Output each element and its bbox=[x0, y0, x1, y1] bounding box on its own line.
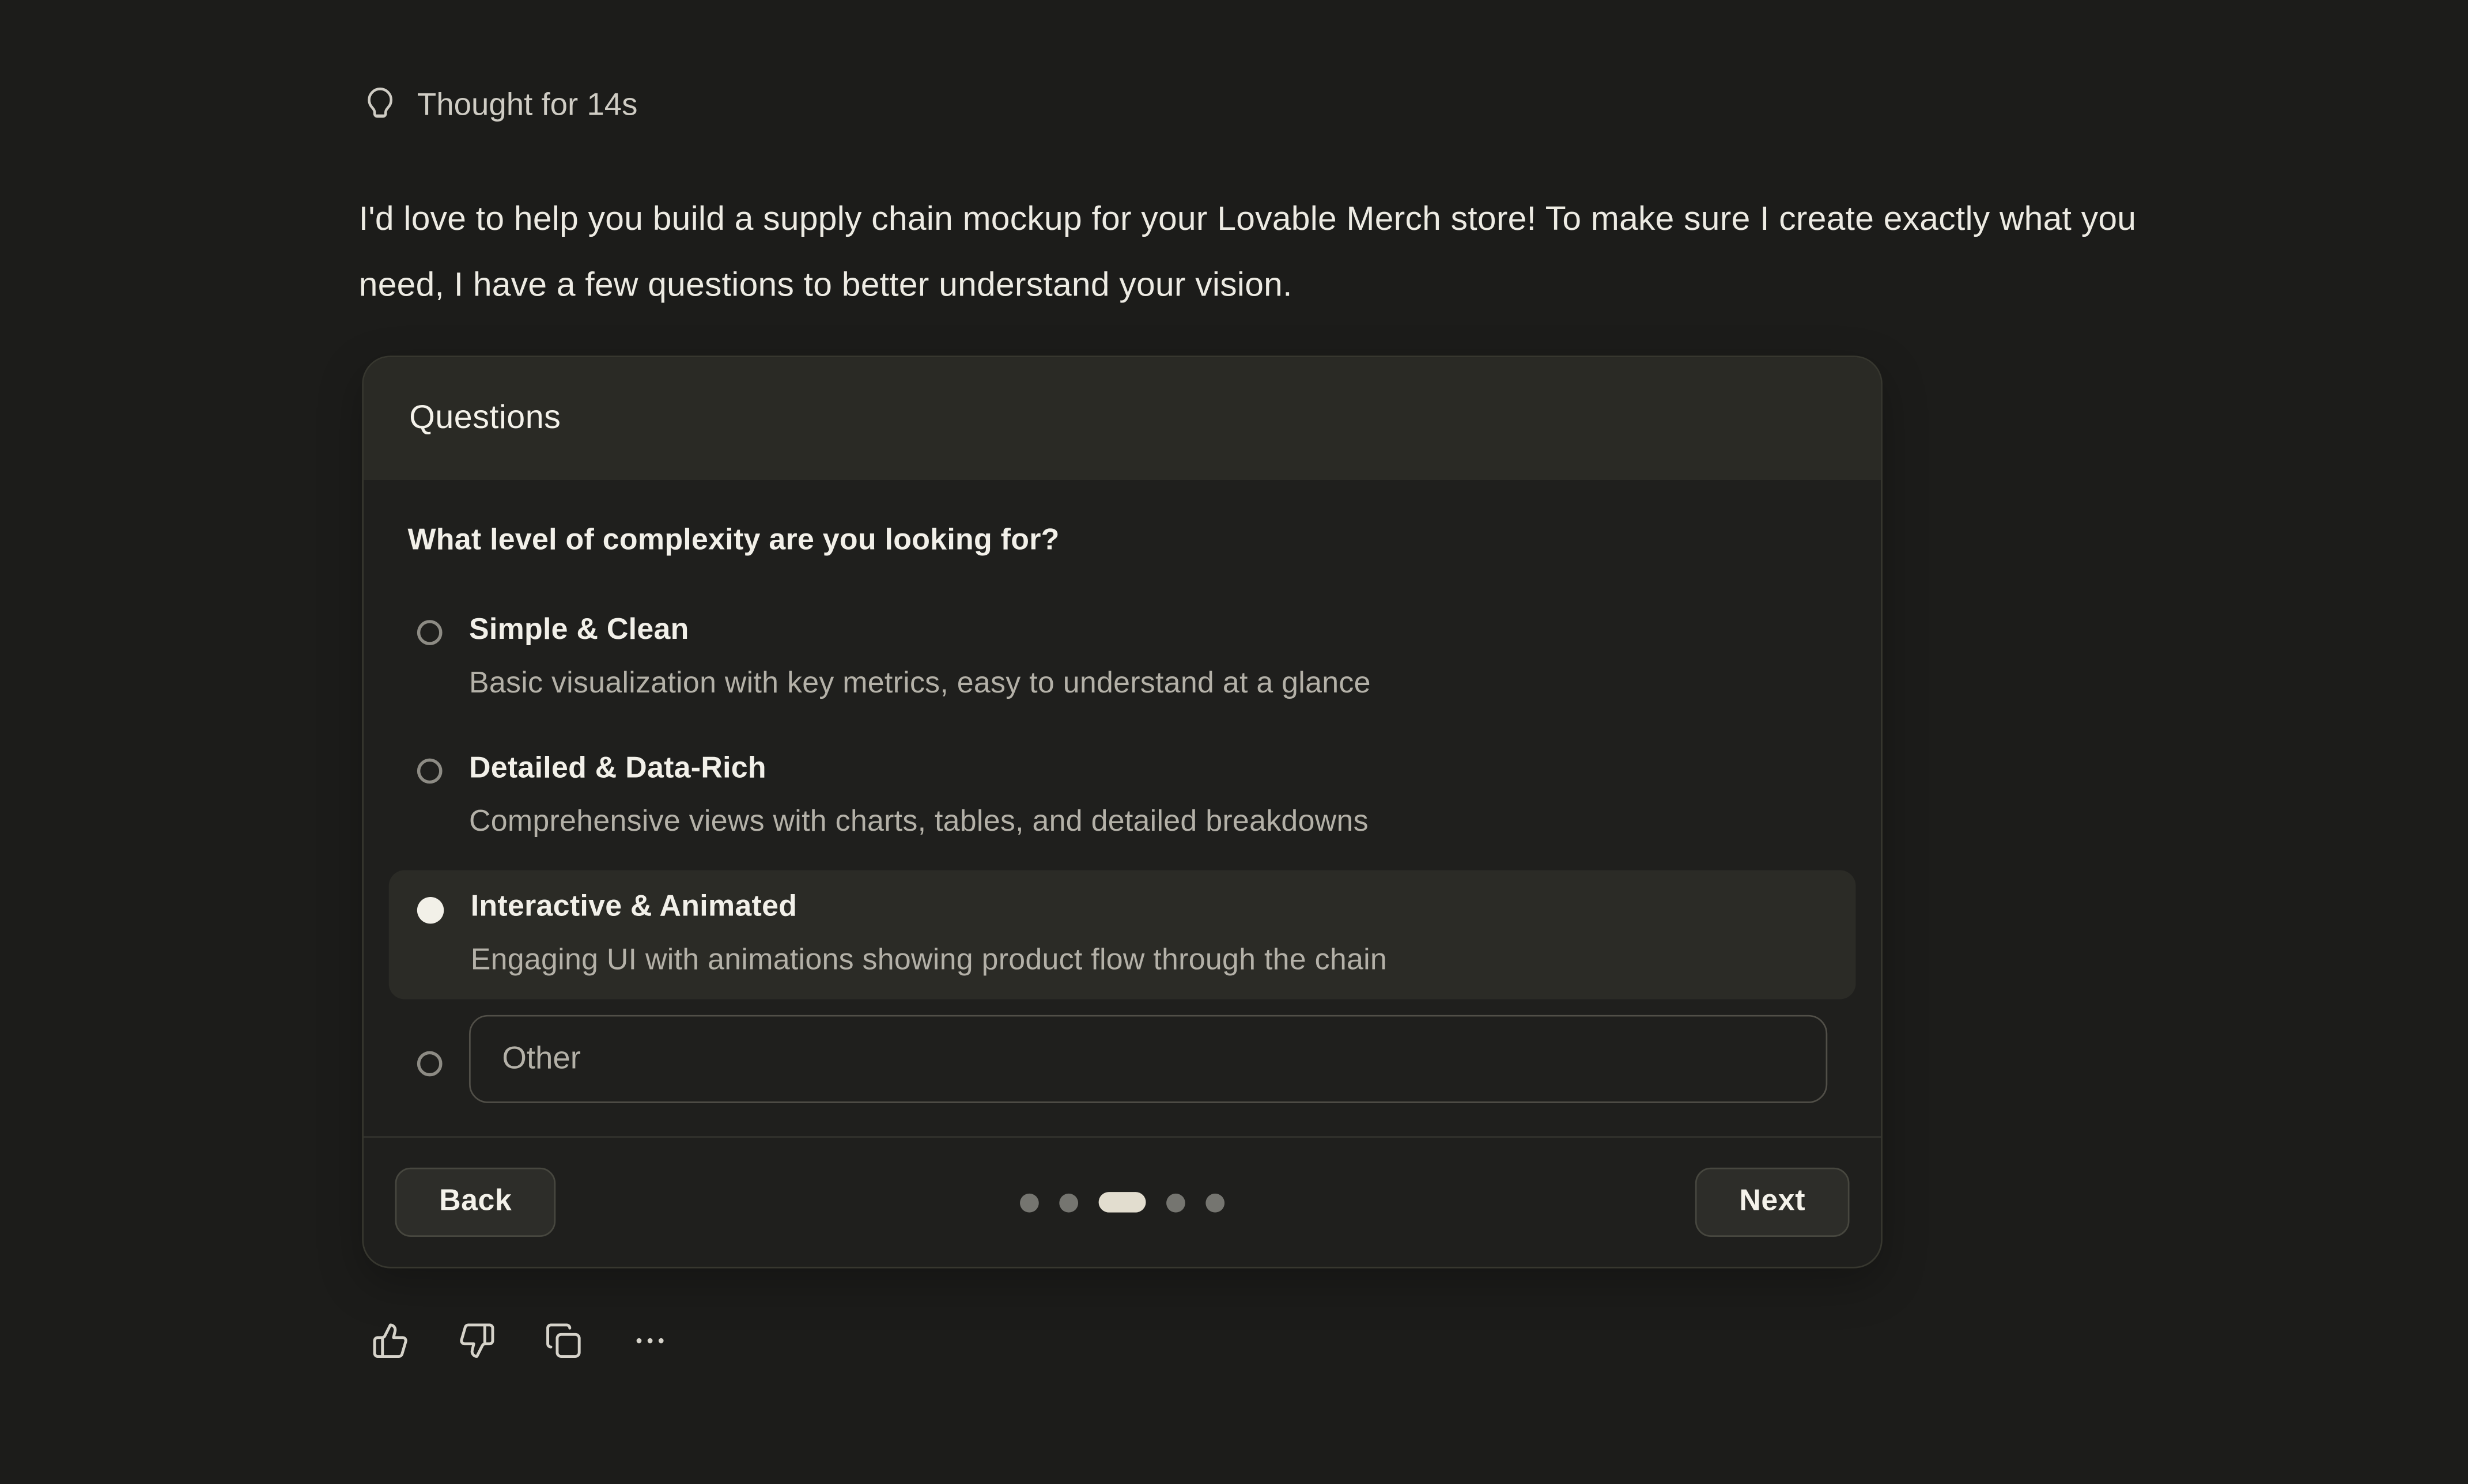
card-title: Questions bbox=[409, 400, 561, 438]
pagination-dot[interactable] bbox=[1166, 1192, 1185, 1212]
thought-label: Thought for 14s bbox=[417, 85, 638, 126]
more-options-icon bbox=[631, 1322, 669, 1360]
questions-card: Questions What level of complexity are y… bbox=[362, 355, 1883, 1268]
radio-selected-icon[interactable] bbox=[417, 897, 444, 923]
option-title: Simple & Clean bbox=[469, 611, 1371, 652]
option-description: Basic visualization with key metrics, ea… bbox=[469, 664, 1371, 705]
radio-unselected-icon[interactable] bbox=[417, 1051, 443, 1077]
message-actions bbox=[372, 1322, 669, 1360]
question-text: What level of complexity are you looking… bbox=[389, 524, 1856, 559]
option-text: Simple & Clean Basic visualization with k… bbox=[469, 611, 1371, 705]
option-text: Detailed & Data-Rich Comprehensive views … bbox=[469, 749, 1369, 843]
option-description: Comprehensive views with charts, tables,… bbox=[469, 802, 1369, 843]
option-title: Detailed & Data-Rich bbox=[469, 749, 1369, 790]
thumbs-up-icon bbox=[372, 1322, 410, 1360]
option-row-detailed-data-rich[interactable]: Detailed & Data-Rich Comprehensive views … bbox=[389, 732, 1856, 861]
thumbs-down-button[interactable] bbox=[458, 1322, 496, 1360]
pagination-dot[interactable] bbox=[1205, 1192, 1224, 1212]
copy-icon bbox=[545, 1322, 583, 1360]
pagination-dot-active[interactable] bbox=[1099, 1192, 1146, 1213]
pagination-dot[interactable] bbox=[1059, 1192, 1078, 1212]
thought-toggle[interactable]: Thought for 14s bbox=[364, 85, 638, 126]
assistant-message: I'd love to help you build a supply chai… bbox=[359, 186, 2197, 317]
card-footer: Back Next bbox=[364, 1136, 1881, 1267]
pagination-dots bbox=[1020, 1192, 1224, 1213]
back-button[interactable]: Back bbox=[395, 1168, 556, 1237]
card-header: Questions bbox=[364, 357, 1881, 480]
option-title: Interactive & Animated bbox=[471, 888, 1387, 929]
lightbulb-icon bbox=[364, 85, 396, 126]
thumbs-down-icon bbox=[458, 1322, 496, 1360]
thumbs-up-button[interactable] bbox=[372, 1322, 410, 1360]
card-body: What level of complexity are you looking… bbox=[364, 480, 1881, 1136]
option-description: Engaging UI with animations showing prod… bbox=[471, 941, 1387, 982]
option-row-interactive-animated[interactable]: Interactive & Animated Engaging UI with a… bbox=[389, 870, 1856, 1000]
more-options-button[interactable] bbox=[631, 1322, 669, 1360]
option-row-other[interactable] bbox=[389, 1009, 1856, 1103]
option-row-simple-clean[interactable]: Simple & Clean Basic visualization with k… bbox=[389, 593, 1856, 722]
radio-unselected-icon[interactable] bbox=[417, 620, 443, 645]
option-text: Interactive & Animated Engaging UI with a… bbox=[471, 888, 1387, 982]
pagination-dot[interactable] bbox=[1020, 1192, 1039, 1212]
radio-unselected-icon[interactable] bbox=[417, 759, 443, 784]
copy-button[interactable] bbox=[545, 1322, 583, 1360]
other-option-input[interactable] bbox=[469, 1015, 1827, 1103]
options-list: Simple & Clean Basic visualization with k… bbox=[389, 593, 1856, 1103]
next-button[interactable]: Next bbox=[1695, 1168, 1850, 1237]
chat-message-view: Thought for 14s I'd love to help you bui… bbox=[0, 0, 2468, 1484]
